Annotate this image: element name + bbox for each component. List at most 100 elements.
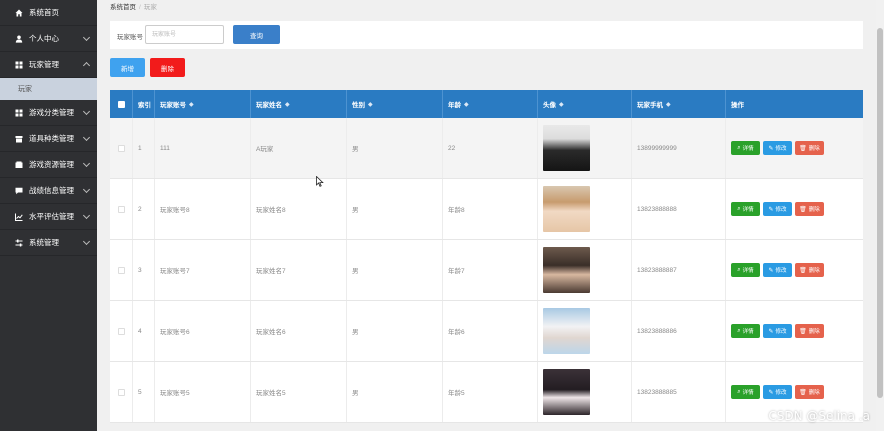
breadcrumb-current: 玩家 [143, 4, 157, 11]
edit-button[interactable]: ✎ 修改 [763, 324, 792, 338]
cell-name: A玩家 [251, 118, 347, 178]
sort-icon[interactable]: ◆ [285, 101, 290, 108]
sidebar-item-game-resources[interactable]: 游戏资源管理 [0, 152, 97, 178]
edit-label: 修改 [775, 329, 787, 335]
delete-button[interactable]: 🗑 删除 [795, 385, 824, 399]
column-label: 索引 [138, 102, 151, 109]
column-age[interactable]: 年龄 ◆ [443, 90, 538, 118]
avatar[interactable] [543, 247, 590, 293]
search-button[interactable]: 查询 [233, 25, 280, 44]
delete-button[interactable]: 🗑 删除 [795, 324, 824, 338]
add-button[interactable]: 新增 [110, 58, 145, 77]
column-gender[interactable]: 性别 ◆ [347, 90, 443, 118]
cell-phone: 13823888888 [632, 179, 726, 239]
column-phone[interactable]: 玩家手机 ◆ [632, 90, 726, 118]
sidebar-subitem-player[interactable]: 玩家 [0, 78, 97, 100]
delete-button[interactable]: 🗑 删除 [795, 141, 824, 155]
cell-account: 玩家账号5 [155, 362, 251, 422]
edit-icon: ✎ [768, 145, 774, 152]
delete-button[interactable]: 🗑 删除 [795, 263, 824, 277]
row-checkbox-cell [110, 118, 133, 178]
sidebar-item-profile[interactable]: 个人中心 [0, 26, 97, 52]
column-account[interactable]: 玩家账号 ◆ [155, 90, 251, 118]
folder-icon [14, 160, 23, 169]
detail-label: 详情 [742, 146, 754, 152]
sidebar-item-label: 游戏资源管理 [29, 160, 74, 169]
watermark: CSDN @Selina .a [768, 409, 870, 423]
detail-label: 详情 [742, 329, 754, 335]
edit-button[interactable]: ✎ 修改 [763, 385, 792, 399]
select-all-checkbox-cell [110, 90, 133, 118]
cell-phone: 13823888887 [632, 240, 726, 300]
table-row[interactable]: 2 玩家账号8 玩家姓名8 男 年龄8 13823888888 ⌕ 详情 ✎ 修改 … [110, 179, 863, 240]
breadcrumb-home[interactable]: 系统首页 [110, 4, 136, 11]
cell-phone: 13823888885 [632, 362, 726, 422]
row-checkbox[interactable] [117, 266, 125, 274]
row-checkbox[interactable] [117, 327, 125, 335]
detail-label: 详情 [742, 390, 754, 396]
sidebar-item-label: 游戏分类管理 [29, 108, 74, 117]
delete-label: 删除 [808, 390, 820, 396]
sidebar-item-item-types[interactable]: 道具种类管理 [0, 126, 97, 152]
search-card: 玩家账号 查询 [110, 21, 863, 49]
chat-icon [14, 186, 23, 195]
avatar[interactable] [543, 186, 590, 232]
sidebar-item-level-assessment[interactable]: 水平评估管理 [0, 204, 97, 230]
sort-icon[interactable]: ◆ [189, 101, 194, 108]
avatar[interactable] [543, 308, 590, 354]
avatar[interactable] [543, 369, 590, 415]
row-checkbox[interactable] [117, 205, 125, 213]
edit-icon: ✎ [768, 389, 774, 396]
detail-button[interactable]: ⌕ 详情 [731, 141, 760, 155]
sidebar-item-battle-records[interactable]: 战绩信息管理 [0, 178, 97, 204]
edit-button[interactable]: ✎ 修改 [763, 141, 792, 155]
edit-label: 修改 [775, 207, 787, 213]
sort-icon[interactable]: ◆ [368, 101, 373, 108]
column-label: 年龄 [448, 102, 461, 109]
delete-button[interactable]: 🗑 删除 [795, 202, 824, 216]
avatar[interactable] [543, 125, 590, 171]
chevron-down-icon [82, 159, 91, 168]
sidebar-item-players[interactable]: 玩家管理 [0, 52, 97, 78]
cell-gender: 男 [347, 240, 443, 300]
table-row[interactable]: 1 111 A玩家 男 22 13899999999 ⌕ 详情 ✎ 修改 🗑 删除 [110, 118, 863, 179]
detail-button[interactable]: ⌕ 详情 [731, 263, 760, 277]
cell-actions: ⌕ 详情 ✎ 修改 🗑 删除 [726, 240, 863, 300]
edit-icon: ✎ [768, 206, 774, 213]
row-checkbox[interactable] [117, 144, 125, 152]
row-checkbox[interactable] [117, 388, 125, 396]
detail-button[interactable]: ⌕ 详情 [731, 202, 760, 216]
sidebar-item-system[interactable]: 系统管理 [0, 230, 97, 256]
search-input[interactable] [145, 25, 224, 44]
cell-name: 玩家姓名6 [251, 301, 347, 361]
column-avatar[interactable]: 头像 ◆ [538, 90, 632, 118]
scrollbar-thumb[interactable] [877, 28, 883, 398]
sidebar-item-home[interactable]: 系统首页 [0, 0, 97, 26]
sort-icon[interactable]: ◆ [559, 101, 564, 108]
cell-account: 玩家账号8 [155, 179, 251, 239]
search-icon: ⌕ [737, 388, 741, 395]
cell-age: 年龄5 [443, 362, 538, 422]
vertical-scrollbar[interactable] [876, 0, 884, 431]
detail-label: 详情 [742, 207, 754, 213]
chart-icon [14, 212, 23, 221]
delete-label: 删除 [808, 268, 820, 274]
detail-button[interactable]: ⌕ 详情 [731, 385, 760, 399]
batch-delete-button[interactable]: 删除 [150, 58, 185, 77]
sort-icon[interactable]: ◆ [464, 101, 469, 108]
table-row[interactable]: 3 玩家账号7 玩家姓名7 男 年龄7 13823888887 ⌕ 详情 ✎ 修改 … [110, 240, 863, 301]
edit-button[interactable]: ✎ 修改 [763, 202, 792, 216]
edit-button[interactable]: ✎ 修改 [763, 263, 792, 277]
sort-icon[interactable]: ◆ [666, 101, 671, 108]
cell-avatar [538, 362, 632, 422]
table-row[interactable]: 4 玩家账号6 玩家姓名6 男 年龄6 13823888886 ⌕ 详情 ✎ 修改 … [110, 301, 863, 362]
sidebar-item-game-category[interactable]: 游戏分类管理 [0, 100, 97, 126]
delete-label: 删除 [808, 207, 820, 213]
table-row[interactable]: 5 玩家账号5 玩家姓名5 男 年龄5 13823888885 ⌕ 详情 ✎ 修改 … [110, 362, 863, 423]
select-all-checkbox[interactable] [117, 100, 125, 108]
home-icon [14, 8, 23, 17]
column-name[interactable]: 玩家姓名 ◆ [251, 90, 347, 118]
chevron-down-icon [82, 185, 91, 194]
detail-button[interactable]: ⌕ 详情 [731, 324, 760, 338]
chevron-down-icon [82, 133, 91, 142]
